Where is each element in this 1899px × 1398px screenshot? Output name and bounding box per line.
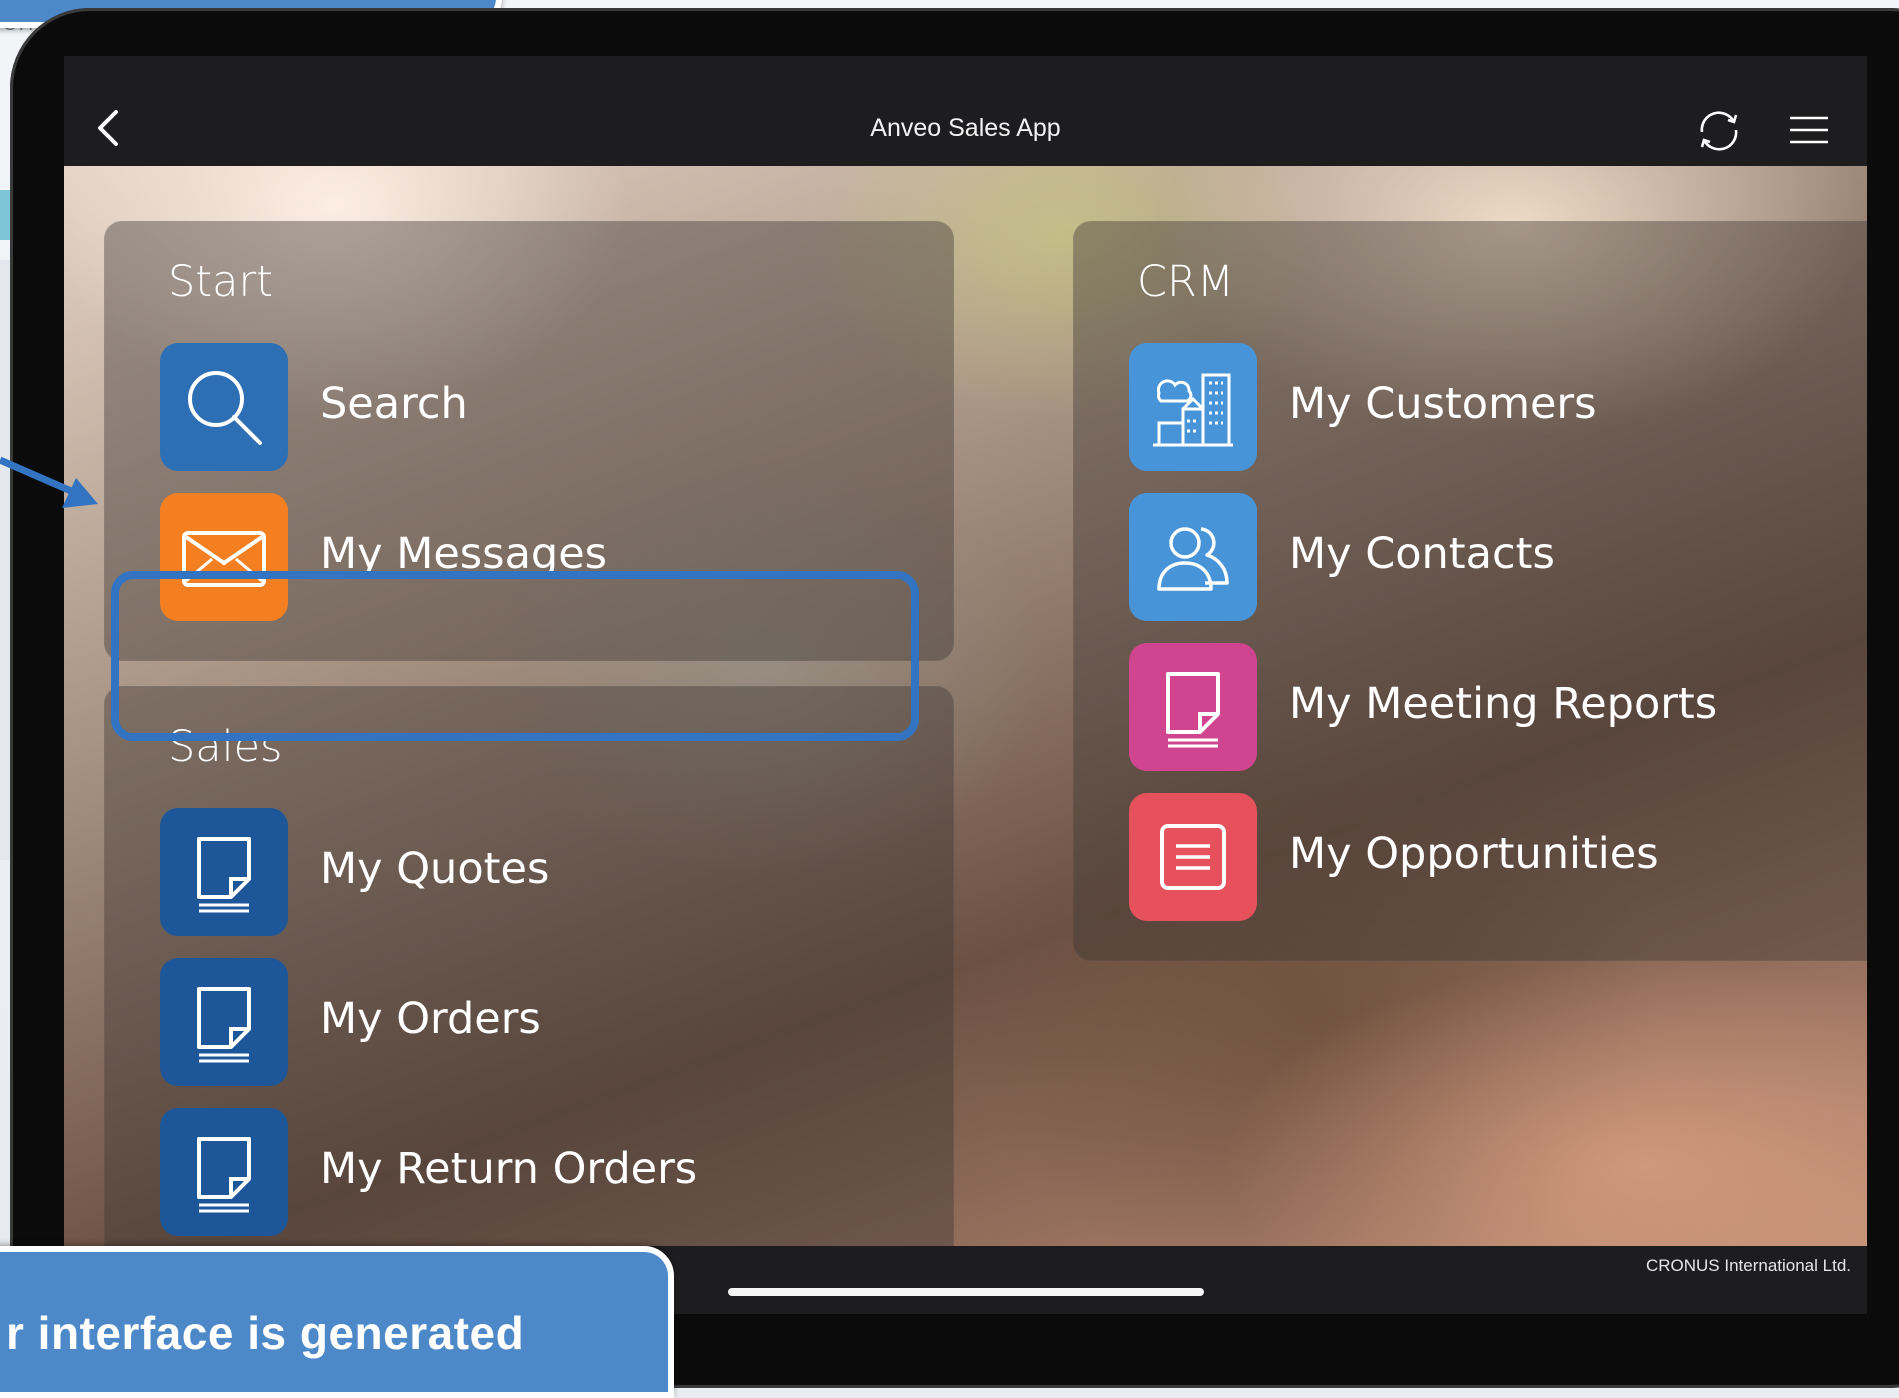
tablet-frame: Anveo Sales App Start Search My Messages…: [10, 8, 1899, 1388]
navigation-bar: Anveo Sales App: [64, 56, 1867, 166]
pointer-arrow-icon: [0, 456, 98, 508]
crm-panel-title: CRM: [1137, 257, 1235, 307]
app-title: Anveo Sales App: [870, 114, 1061, 142]
tile-my-quotes[interactable]: My Quotes: [160, 808, 920, 936]
home-indicator[interactable]: [728, 1288, 1204, 1296]
document-icon: [160, 958, 288, 1086]
bottom-callout-text: r interface is generated: [6, 1307, 525, 1359]
tile-search-label: Search: [320, 379, 468, 429]
tile-search[interactable]: Search: [160, 343, 920, 471]
document-icon: [1129, 643, 1257, 771]
start-panel-title: Start: [168, 257, 274, 307]
bottom-callout-box: r interface is generated: [0, 1246, 674, 1398]
tile-my-quotes-label: My Quotes: [320, 844, 550, 894]
tile-my-meeting-reports-label: My Meeting Reports: [1289, 679, 1718, 729]
document-icon: [160, 1108, 288, 1236]
list-document-icon: [1129, 793, 1257, 921]
contacts-icon: [1129, 493, 1257, 621]
my-messages-highlight: [111, 571, 919, 741]
sync-icon[interactable]: [1694, 106, 1744, 156]
document-icon: [160, 808, 288, 936]
sales-panel: Sales My Quotes My Orders My Return Orde…: [104, 686, 954, 1246]
tile-my-return-orders[interactable]: My Return Orders: [160, 1108, 920, 1236]
app-screen: Anveo Sales App Start Search My Messages…: [64, 56, 1867, 1314]
tile-my-orders[interactable]: My Orders: [160, 958, 920, 1086]
buildings-icon: [1129, 343, 1257, 471]
search-icon: [160, 343, 288, 471]
crm-panel: CRM My Customers My Contacts My Meeting …: [1073, 221, 1867, 961]
company-name: CRONUS International Ltd.: [1645, 1256, 1851, 1275]
tile-my-customers[interactable]: My Customers: [1129, 343, 1867, 471]
tile-my-contacts-label: My Contacts: [1289, 529, 1555, 579]
tile-my-meeting-reports[interactable]: My Meeting Reports: [1129, 643, 1867, 771]
tile-my-orders-label: My Orders: [320, 994, 541, 1044]
tile-my-opportunities-label: My Opportunities: [1289, 829, 1659, 879]
tile-my-opportunities[interactable]: My Opportunities: [1129, 793, 1867, 921]
tile-my-customers-label: My Customers: [1289, 379, 1597, 429]
tile-my-contacts[interactable]: My Contacts: [1129, 493, 1867, 621]
home-content: Start Search My Messages Sales My Quotes…: [64, 166, 1867, 1246]
hamburger-menu-icon[interactable]: [1788, 112, 1830, 148]
tile-my-return-orders-label: My Return Orders: [320, 1144, 698, 1194]
